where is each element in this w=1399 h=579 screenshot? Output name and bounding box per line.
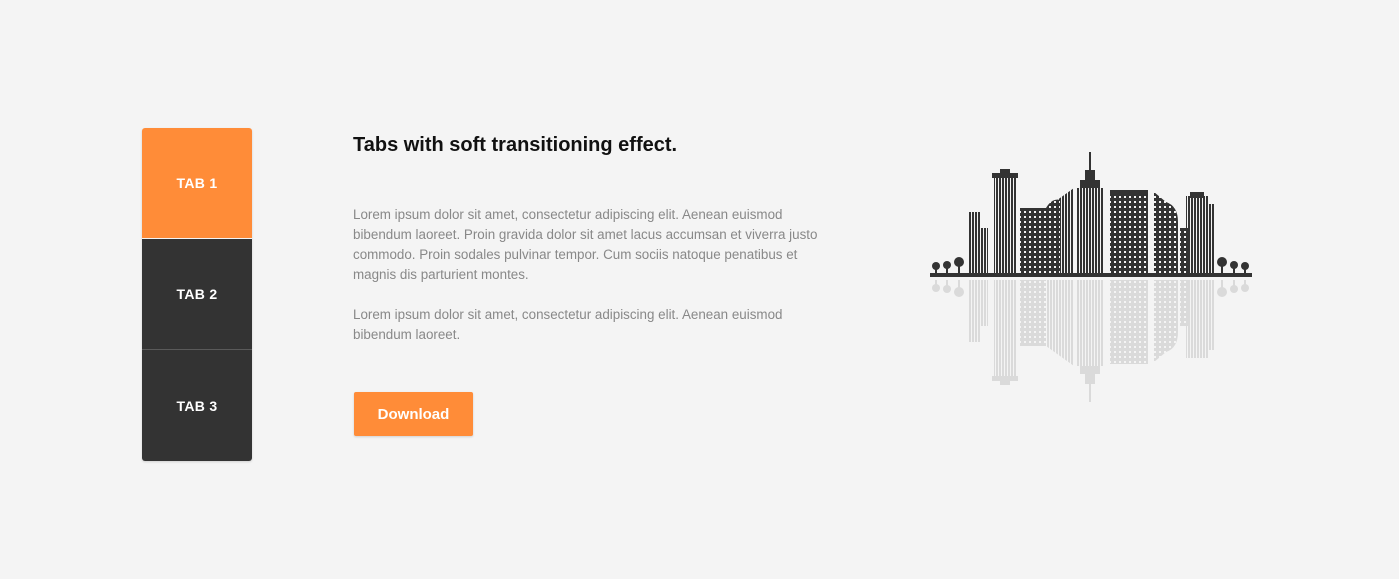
download-button[interactable]: Download: [354, 392, 473, 436]
tab-2[interactable]: TAB 2: [142, 239, 252, 350]
panel-paragraph-2: Lorem ipsum dolor sit amet, consectetur …: [353, 307, 783, 342]
tab-panel: Tabs with soft transitioning effect. Lor…: [353, 128, 853, 436]
city-skyline-icon: [930, 152, 1252, 402]
panel-paragraph-1: Lorem ipsum dolor sit amet, consectetur …: [353, 207, 818, 282]
tab-list: TAB 1 TAB 2 TAB 3: [142, 128, 252, 461]
tab-3[interactable]: TAB 3: [142, 350, 252, 461]
panel-title: Tabs with soft transitioning effect.: [353, 134, 678, 156]
tab-1[interactable]: TAB 1: [142, 128, 252, 239]
